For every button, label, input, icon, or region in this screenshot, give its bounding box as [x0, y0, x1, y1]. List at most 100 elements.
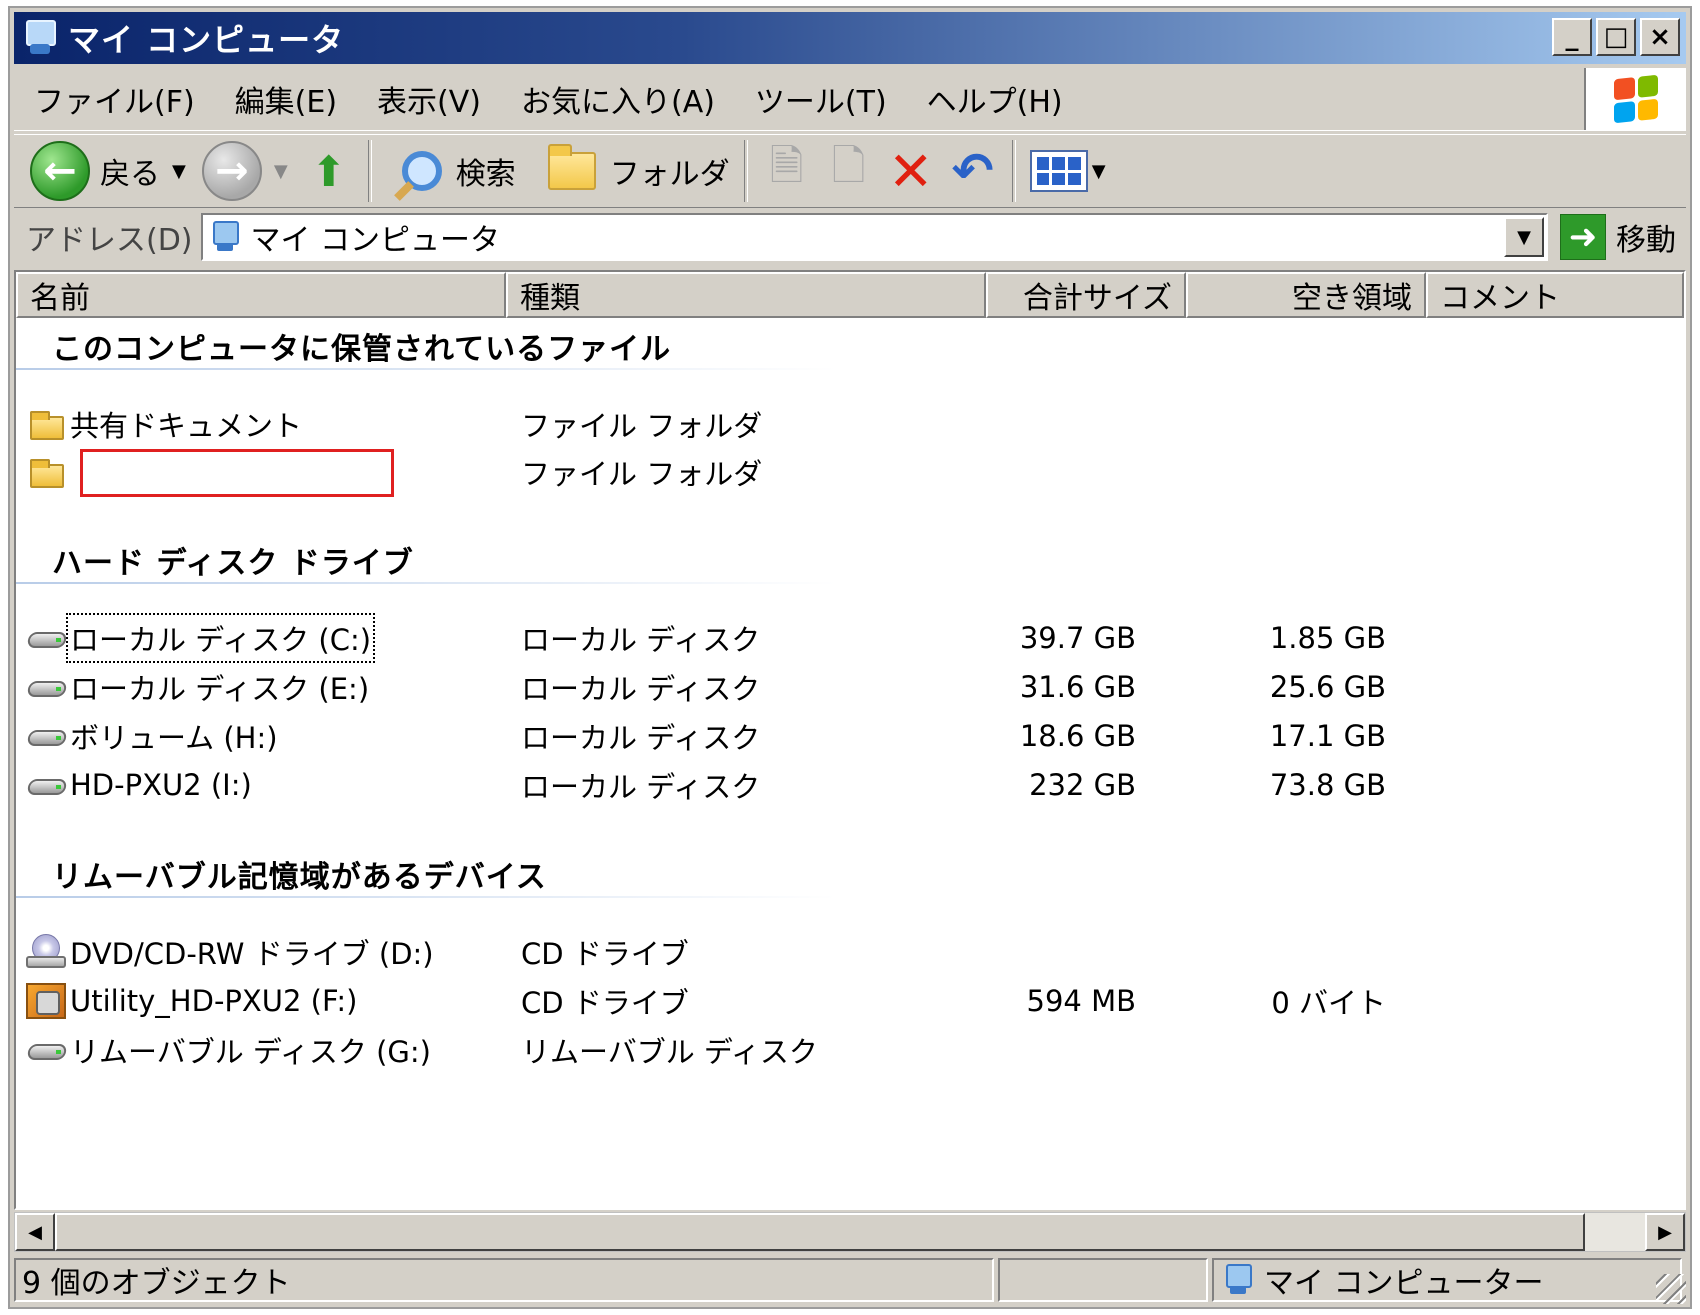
menu-edit[interactable]: 編集(E) — [215, 77, 357, 121]
go-label: 移動 — [1616, 223, 1676, 258]
toolbar: ← 戻る ▼ → ▼ ⬆ 検索 フォルダ 🗎 🗋 ✕ ↶ ▼ — [14, 134, 1686, 208]
forward-dropdown-icon[interactable]: ▼ — [274, 161, 288, 182]
move-to-button[interactable]: 🗎 — [756, 139, 818, 203]
toolbar-separator — [367, 140, 372, 202]
group-divider — [16, 896, 836, 898]
menu-tools[interactable]: ツール(T) — [735, 77, 907, 121]
copy-to-button[interactable]: 🗋 — [818, 139, 880, 203]
folders-icon — [547, 144, 596, 190]
scroll-left-button[interactable]: ◀ — [15, 1213, 55, 1251]
cd-drive-icon — [26, 934, 66, 970]
list-item[interactable]: Utility_HD-PXU2 (F:) CD ドライブ 594 MB 0 バイ… — [16, 979, 1684, 1023]
address-value: マイ コンピュータ — [250, 223, 501, 258]
item-type: ローカル ディスク — [521, 770, 761, 804]
item-free-space: 17.1 GB — [1269, 719, 1386, 753]
list-item[interactable]: ローカル ディスク (C:) ローカル ディスク 39.7 GB 1.85 GB — [16, 613, 1684, 663]
list-item[interactable]: 共有ドキュメント ファイル フォルダ — [16, 402, 1684, 446]
folder-icon — [26, 406, 66, 442]
back-dropdown-icon[interactable]: ▼ — [172, 161, 186, 182]
my-computer-icon — [1226, 1262, 1254, 1298]
my-computer-icon — [212, 219, 241, 255]
column-header-total-size[interactable]: 合計サイズ — [986, 272, 1186, 318]
item-free-space: 1.85 GB — [1269, 621, 1386, 655]
folder-icon — [26, 454, 66, 490]
item-free-space: 25.6 GB — [1269, 670, 1386, 704]
item-total-size: 594 MB — [1026, 984, 1137, 1018]
group-header-removable-devices: リムーバブル記憶域があるデバイス — [52, 860, 547, 895]
list-item[interactable]: DVD/CD-RW ドライブ (D:) CD ドライブ — [16, 930, 1684, 974]
item-type: ローカル ディスク — [521, 623, 761, 657]
back-button[interactable]: ← 戻る — [24, 139, 166, 203]
search-button[interactable]: 検索 — [380, 139, 522, 203]
menu-bar: ファイル(F) 編集(E) 表示(V) お気に入り(A) ツール(T) ヘルプ(… — [14, 68, 1686, 131]
list-item[interactable]: ローカル ディスク (E:) ローカル ディスク 31.6 GB 25.6 GB — [16, 665, 1684, 709]
status-location: マイ コンピューター — [1212, 1258, 1682, 1302]
title-bar[interactable]: マイ コンピュータ _ □ × — [14, 12, 1686, 64]
move-to-icon: 🗎 — [769, 140, 804, 190]
item-name: DVD/CD-RW ドライブ (D:) — [70, 937, 434, 971]
item-total-size: 39.7 GB — [1019, 621, 1136, 655]
up-folder-button[interactable]: ⬆ — [298, 139, 360, 203]
undo-button[interactable]: ↶ — [942, 139, 1004, 203]
item-total-size: 232 GB — [1029, 768, 1136, 802]
address-dropdown-button[interactable]: ▼ — [1504, 217, 1544, 257]
scroll-thumb[interactable] — [55, 1213, 1585, 1251]
delete-button[interactable]: ✕ — [880, 139, 942, 203]
item-free-space: 73.8 GB — [1269, 768, 1386, 802]
go-arrow-icon: ➜ — [1560, 214, 1606, 260]
address-input[interactable]: マイ コンピュータ ▼ — [200, 213, 1548, 261]
scroll-right-button[interactable]: ▶ — [1645, 1213, 1685, 1251]
forward-button[interactable]: → — [196, 139, 268, 203]
folders-button[interactable]: フォルダ — [542, 139, 736, 203]
search-icon — [401, 151, 442, 191]
column-headers: 名前 種類 合計サイズ 空き領域 コメント — [16, 272, 1684, 318]
list-item[interactable]: リムーバブル ディスク (G:) リムーバブル ディスク — [16, 1028, 1684, 1072]
column-header-comment[interactable]: コメント — [1426, 272, 1684, 318]
status-panel-empty — [998, 1258, 1208, 1302]
menu-favorites[interactable]: お気に入り(A) — [501, 77, 735, 121]
item-name: HD-PXU2 (I:) — [70, 768, 252, 802]
minimize-button[interactable]: _ — [1552, 18, 1592, 56]
maximize-button[interactable]: □ — [1596, 18, 1636, 56]
status-bar: 9 個のオブジェクト マイ コンピューター — [14, 1258, 1686, 1304]
item-name: ローカル ディスク (E:) — [70, 672, 370, 706]
list-item[interactable]: HD-PXU2 (I:) ローカル ディスク 232 GB 73.8 GB — [16, 763, 1684, 807]
item-name: リムーバブル ディスク (G:) — [70, 1035, 431, 1069]
menu-file[interactable]: ファイル(F) — [14, 77, 215, 121]
utility-drive-icon — [26, 983, 66, 1019]
item-type: CD ドライブ — [521, 937, 689, 971]
item-name: ローカル ディスク (C:) — [65, 613, 376, 663]
my-computer-icon — [24, 18, 56, 58]
resize-grip[interactable] — [1656, 1274, 1686, 1304]
address-label: アドレス(D) — [26, 223, 193, 258]
column-header-free-space[interactable]: 空き領域 — [1186, 272, 1426, 318]
item-type: ローカル ディスク — [521, 721, 761, 755]
menu-view[interactable]: 表示(V) — [357, 77, 501, 121]
item-total-size: 18.6 GB — [1019, 719, 1136, 753]
column-header-type[interactable]: 種類 — [506, 272, 986, 318]
horizontal-scrollbar[interactable]: ◀ ▶ — [14, 1212, 1686, 1252]
list-item[interactable]: ボリューム (H:) ローカル ディスク 18.6 GB 17.1 GB — [16, 714, 1684, 758]
toolbar-separator — [1011, 140, 1016, 202]
up-folder-icon: ⬆ — [311, 146, 347, 196]
search-label: 検索 — [455, 157, 516, 192]
toolbar-separator — [743, 140, 748, 202]
menu-help[interactable]: ヘルプ(H) — [907, 77, 1083, 121]
views-button[interactable]: ▼ — [1024, 139, 1122, 203]
group-header-hard-disk-drives: ハード ディスク ドライブ — [52, 546, 414, 581]
copy-to-icon: 🗋 — [831, 140, 866, 190]
item-type: ローカル ディスク — [521, 672, 761, 706]
item-type: ファイル フォルダ — [521, 409, 763, 443]
status-object-count: 9 個のオブジェクト — [14, 1258, 994, 1302]
group-divider — [16, 582, 836, 584]
go-button[interactable]: ➜ 移動 — [1560, 214, 1676, 260]
removable-disk-icon — [26, 1032, 66, 1068]
item-free-space: 0 バイト — [1271, 986, 1386, 1020]
column-header-name[interactable]: 名前 — [16, 272, 506, 318]
item-name: Utility_HD-PXU2 (F:) — [70, 984, 358, 1018]
file-list[interactable]: 名前 種類 合計サイズ 空き領域 コメント このコンピュータに保管されているファ… — [14, 270, 1686, 1210]
hard-drive-icon — [26, 718, 66, 754]
hard-drive-icon — [26, 767, 66, 803]
status-location-label: マイ コンピューター — [1264, 1266, 1544, 1301]
close-button[interactable]: × — [1640, 18, 1680, 56]
